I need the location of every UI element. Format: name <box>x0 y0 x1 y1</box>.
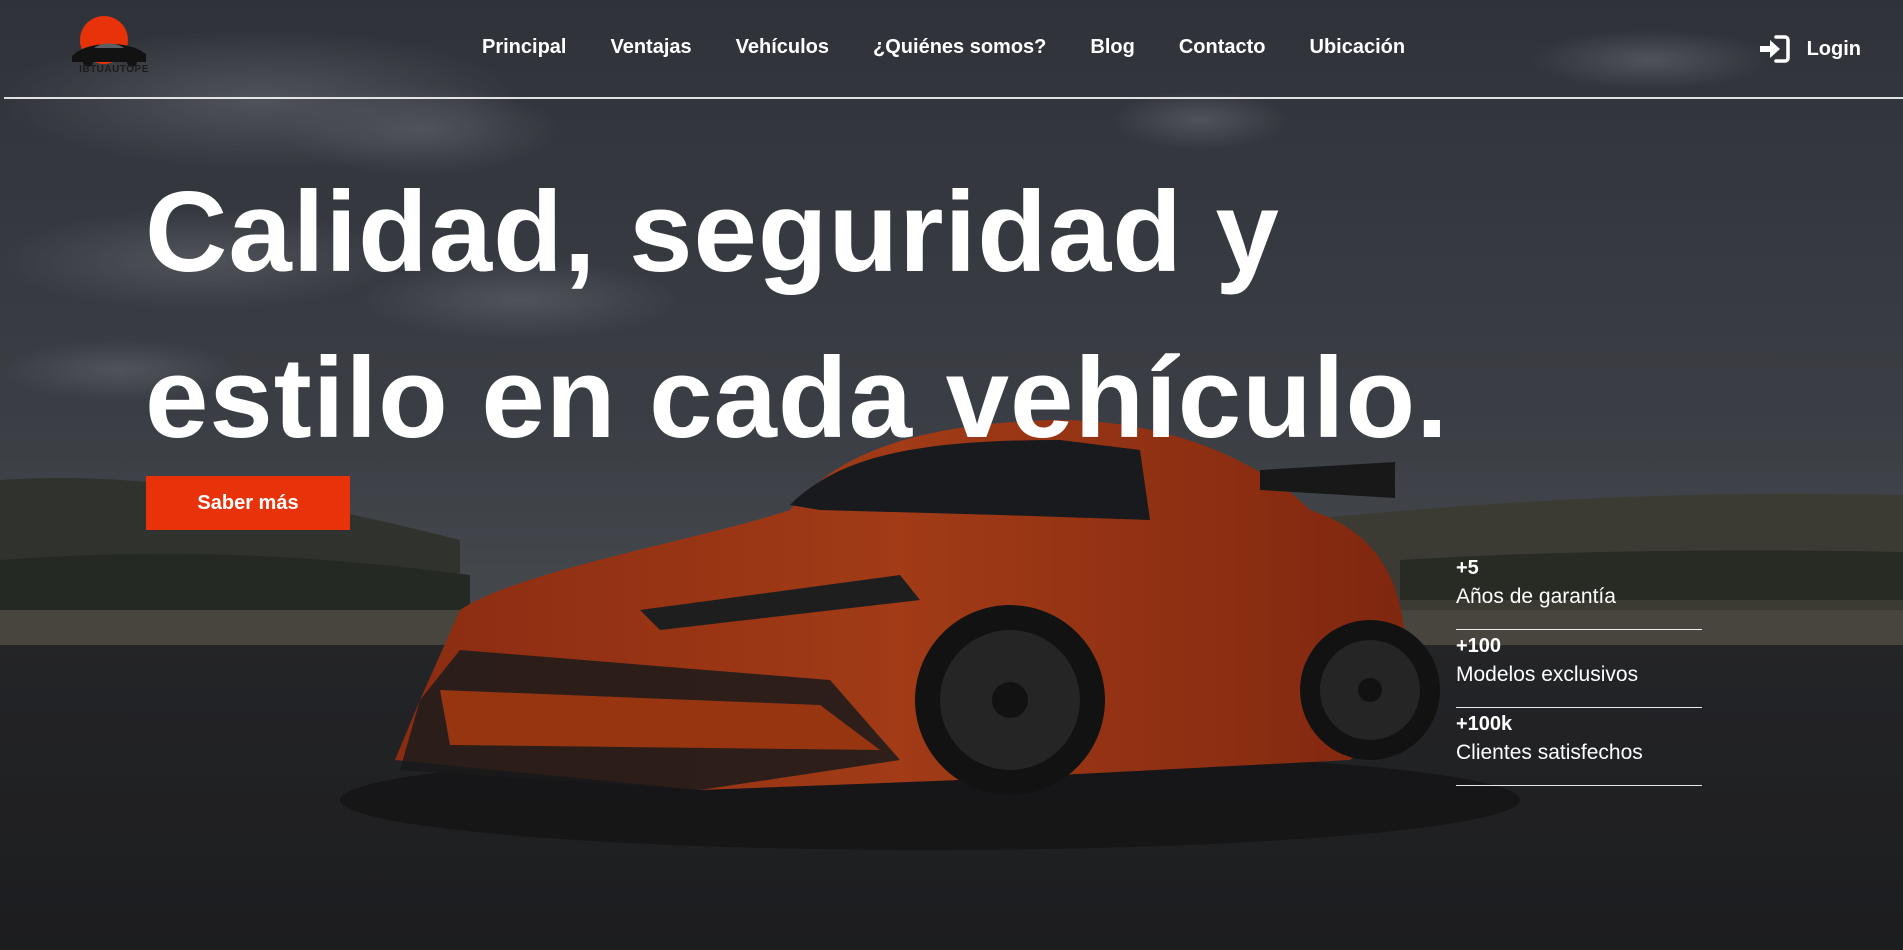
stat-item: +100k Clientes satisfechos <box>1456 708 1702 786</box>
hero-headline-line2: estilo en cada vehículo. <box>145 335 1449 462</box>
login-button[interactable]: Login <box>1757 34 1861 64</box>
nav-item-blog[interactable]: Blog <box>1090 36 1134 59</box>
stat-value: +100 <box>1456 635 1502 657</box>
stats-list: +5 Años de garantía +100 Modelos exclusi… <box>1456 552 1702 786</box>
hero-headline: Calidad, seguridad y estilo en cada vehí… <box>145 150 1645 482</box>
main-nav: Principal Ventajas Vehículos ¿Quiénes so… <box>482 36 1449 59</box>
stat-label: Clientes satisfechos <box>1456 741 1643 764</box>
brand-logo[interactable]: IBTUAUTOPE <box>68 14 150 80</box>
nav-item-vehiculos[interactable]: Vehículos <box>736 36 829 59</box>
brand-name: IBTUAUTOPE <box>79 64 149 75</box>
login-arrow-icon <box>1759 35 1790 63</box>
nav-item-quienes-somos[interactable]: ¿Quiénes somos? <box>873 36 1046 59</box>
hero-headline-line1: Calidad, seguridad y <box>145 169 1280 296</box>
stat-value: +100k <box>1456 713 1513 735</box>
site-header: IBTUAUTOPE Principal Ventajas Vehículos … <box>4 0 1903 99</box>
saber-mas-button[interactable]: Saber más <box>146 476 350 530</box>
stat-label: Modelos exclusivos <box>1456 663 1639 686</box>
nav-item-principal[interactable]: Principal <box>482 36 566 59</box>
login-label: Login <box>1806 37 1861 60</box>
nav-item-ventajas[interactable]: Ventajas <box>610 36 691 59</box>
stat-item: +100 Modelos exclusivos <box>1456 630 1702 708</box>
nav-item-contacto[interactable]: Contacto <box>1179 36 1266 59</box>
car-sunset-logo-icon <box>72 16 146 67</box>
stat-item: +5 Años de garantía <box>1456 552 1702 630</box>
nav-item-ubicacion[interactable]: Ubicación <box>1310 36 1406 59</box>
stat-value: +5 <box>1456 557 1479 579</box>
stat-label: Años de garantía <box>1456 585 1616 608</box>
